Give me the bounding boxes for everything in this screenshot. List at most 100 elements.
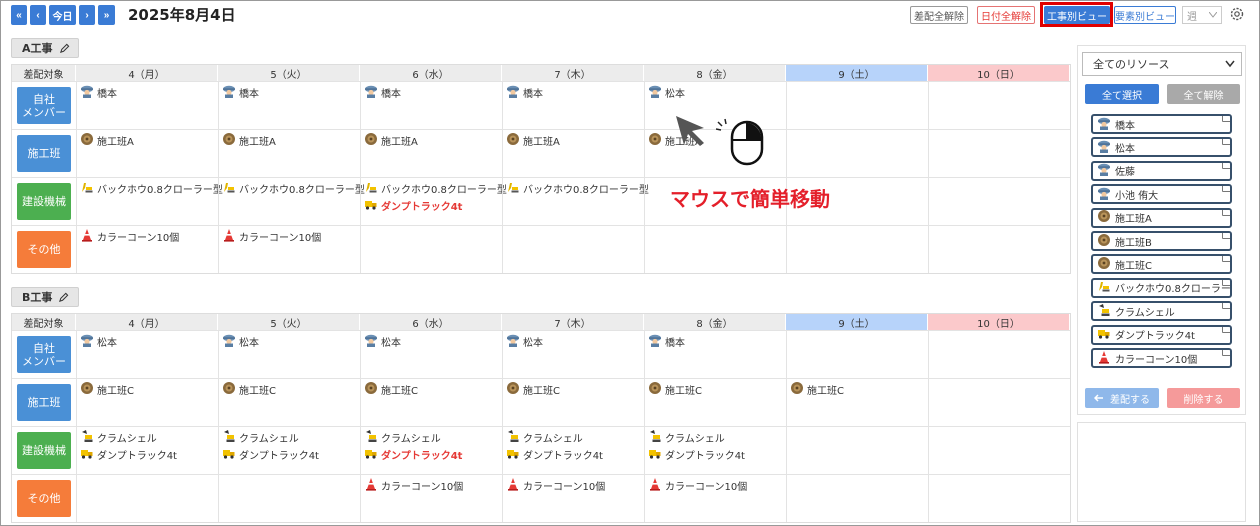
category-button[interactable]: 建設機械: [17, 183, 71, 220]
project-label[interactable]: A工事: [11, 38, 79, 58]
day-cell[interactable]: クラムシェル ダンプトラック4t: [218, 427, 360, 474]
project-view-button[interactable]: 工事別ビュー: [1044, 6, 1110, 24]
day-cell[interactable]: 橋本: [76, 82, 218, 129]
day-cell[interactable]: [928, 226, 1070, 273]
day-cell[interactable]: 施工班C: [360, 379, 502, 426]
day-cell[interactable]: [928, 130, 1070, 177]
day-cell[interactable]: カラーコーン10個: [218, 226, 360, 273]
day-cell[interactable]: 施工班C: [76, 379, 218, 426]
assigned-resource[interactable]: カラーコーン10個: [364, 478, 502, 493]
day-cell[interactable]: [786, 427, 928, 474]
assigned-resource[interactable]: 施工班A: [364, 133, 502, 148]
element-view-button[interactable]: 要素別ビュー: [1114, 6, 1176, 24]
assigned-resource[interactable]: カラーコーン10個: [506, 478, 644, 493]
assigned-resource[interactable]: 施工班A: [80, 133, 218, 148]
assigned-resource[interactable]: バックホウ0.8クローラー型: [222, 181, 365, 196]
day-cell[interactable]: [928, 178, 1070, 225]
resource-checkbox[interactable]: [1222, 209, 1230, 216]
assigned-resource[interactable]: クラムシェル: [222, 430, 360, 445]
day-cell[interactable]: カラーコーン10個: [644, 475, 786, 522]
assigned-resource[interactable]: 橋本: [364, 85, 502, 100]
assigned-resource[interactable]: ダンプトラック4t: [648, 447, 786, 462]
assigned-resource[interactable]: クラムシェル: [648, 430, 786, 445]
day-cell[interactable]: 施工班A: [76, 130, 218, 177]
day-cell[interactable]: クラムシェル ダンプトラック4t: [360, 427, 502, 474]
resource-item[interactable]: 松本: [1091, 137, 1232, 158]
day-cell[interactable]: クラムシェル ダンプトラック4t: [644, 427, 786, 474]
assigned-resource[interactable]: 松本: [222, 334, 360, 349]
assigned-resource[interactable]: カラーコーン10個: [222, 229, 360, 244]
day-cell[interactable]: [644, 226, 786, 273]
assigned-resource[interactable]: 松本: [364, 334, 502, 349]
day-cell[interactable]: 松本: [502, 331, 644, 378]
resource-checkbox[interactable]: [1222, 303, 1230, 310]
day-cell[interactable]: [928, 379, 1070, 426]
gear-icon[interactable]: [1229, 6, 1245, 22]
assigned-resource[interactable]: 施工班C: [790, 382, 928, 397]
assigned-resource[interactable]: ダンプトラック4t: [222, 447, 360, 462]
day-cell[interactable]: 施工班C: [218, 379, 360, 426]
day-cell[interactable]: クラムシェル ダンプトラック4t: [502, 427, 644, 474]
resource-checkbox[interactable]: [1222, 162, 1230, 169]
assigned-resource[interactable]: 施工班C: [80, 382, 218, 397]
day-cell[interactable]: バックホウ0.8クローラー型 ダンプトラック4t: [360, 178, 507, 225]
resource-checkbox[interactable]: [1222, 233, 1230, 239]
category-button[interactable]: 施工班: [17, 384, 71, 421]
resource-checkbox[interactable]: [1222, 116, 1230, 122]
resource-checkbox[interactable]: [1222, 139, 1230, 146]
assigned-resource[interactable]: 橋本: [222, 85, 360, 100]
nav-prev-button[interactable]: ‹: [30, 5, 46, 25]
resource-item[interactable]: カラーコーン10個: [1091, 348, 1232, 368]
assigned-resource[interactable]: 橋本: [80, 85, 218, 100]
assigned-resource[interactable]: 施工班C: [222, 382, 360, 397]
category-button[interactable]: 自社 メンバー: [17, 336, 71, 373]
pencil-icon[interactable]: [58, 292, 69, 303]
period-select[interactable]: 週: [1182, 6, 1222, 24]
assigned-resource[interactable]: ダンプトラック4t: [506, 447, 644, 462]
assigned-resource[interactable]: カラーコーン10個: [80, 229, 218, 244]
assigned-resource[interactable]: 施工班A: [506, 133, 644, 148]
assigned-resource[interactable]: バックホウ0.8クローラー型: [364, 181, 507, 196]
resource-item[interactable]: 施工班A: [1091, 207, 1232, 228]
assigned-resource[interactable]: ダンプトラック4t: [364, 198, 502, 213]
day-cell[interactable]: 松本: [76, 331, 218, 378]
assigned-resource[interactable]: 松本: [80, 334, 218, 349]
assigned-resource[interactable]: 施工班C: [506, 382, 644, 397]
resource-item[interactable]: 佐藤: [1091, 160, 1232, 181]
day-cell[interactable]: [786, 331, 928, 378]
category-button[interactable]: その他: [17, 231, 71, 268]
assigned-resource[interactable]: バックホウ0.8クローラー型: [506, 181, 649, 196]
assigned-resource[interactable]: 松本: [648, 85, 786, 100]
category-button[interactable]: その他: [17, 480, 71, 517]
resource-checkbox[interactable]: [1222, 326, 1230, 333]
resource-checkbox[interactable]: [1222, 350, 1230, 356]
assigned-resource[interactable]: ダンプトラック4t: [364, 447, 502, 462]
resource-item[interactable]: クラムシェル: [1091, 301, 1232, 322]
nav-first-button[interactable]: «: [11, 5, 27, 25]
day-cell[interactable]: カラーコーン10個: [76, 226, 218, 273]
assigned-resource[interactable]: クラムシェル: [364, 430, 502, 445]
assigned-resource[interactable]: 施工班C: [648, 382, 786, 397]
day-cell[interactable]: [502, 226, 644, 273]
day-cell[interactable]: [786, 226, 928, 273]
day-cell[interactable]: 施工班C: [644, 379, 786, 426]
nav-last-button[interactable]: »: [98, 5, 115, 25]
day-cell[interactable]: バックホウ0.8クローラー型: [502, 178, 649, 225]
day-cell[interactable]: 松本: [218, 331, 360, 378]
day-cell[interactable]: 施工班A: [218, 130, 360, 177]
resource-item[interactable]: バックホウ0.8クローラー型: [1091, 277, 1232, 298]
resource-item[interactable]: 施工班B: [1091, 231, 1232, 251]
resource-checkbox[interactable]: [1222, 186, 1230, 193]
resource-checkbox[interactable]: [1222, 256, 1230, 263]
assigned-resource[interactable]: ダンプトラック4t: [80, 447, 218, 462]
day-cell[interactable]: 施工班C: [502, 379, 644, 426]
day-cell[interactable]: [218, 475, 360, 522]
resource-item[interactable]: 橋本: [1091, 114, 1232, 134]
day-cell[interactable]: バックホウ0.8クローラー型: [76, 178, 223, 225]
assigned-resource[interactable]: 橋本: [648, 334, 786, 349]
assign-button[interactable]: 差配する: [1085, 388, 1159, 408]
day-cell[interactable]: 松本: [360, 331, 502, 378]
deselect-all-button[interactable]: 全て解除: [1167, 84, 1240, 104]
day-cell[interactable]: 施工班A: [360, 130, 502, 177]
day-cell[interactable]: 橋本: [644, 331, 786, 378]
